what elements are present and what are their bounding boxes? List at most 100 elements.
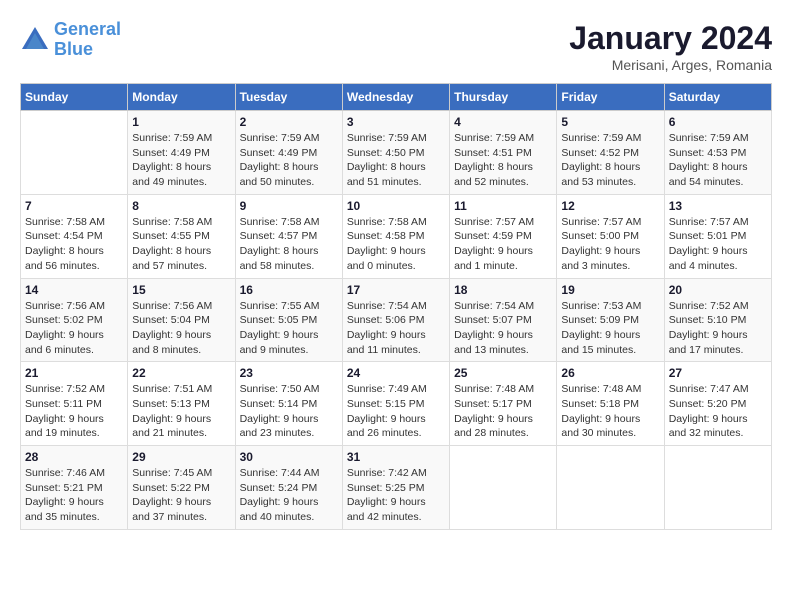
day-info: Sunrise: 7:53 AMSunset: 5:09 PMDaylight:… [561,299,659,358]
day-number: 20 [669,283,767,297]
weekday-header: Sunday [21,84,128,111]
day-info: Sunrise: 7:45 AMSunset: 5:22 PMDaylight:… [132,466,230,525]
calendar-cell: 30 Sunrise: 7:44 AMSunset: 5:24 PMDayligh… [235,446,342,530]
calendar-cell: 7 Sunrise: 7:58 AMSunset: 4:54 PMDaylight… [21,194,128,278]
day-info: Sunrise: 7:51 AMSunset: 5:13 PMDaylight:… [132,382,230,441]
day-info: Sunrise: 7:57 AMSunset: 4:59 PMDaylight:… [454,215,552,274]
day-number: 25 [454,366,552,380]
day-info: Sunrise: 7:58 AMSunset: 4:54 PMDaylight:… [25,215,123,274]
day-info: Sunrise: 7:59 AMSunset: 4:51 PMDaylight:… [454,131,552,190]
day-number: 15 [132,283,230,297]
calendar-cell: 17Sunrise: 7:54 AMSunset: 5:06 PMDayligh… [342,278,449,362]
day-number: 3 [347,115,445,129]
logo: General Blue [20,20,121,60]
calendar-cell [664,446,771,530]
day-number: 29 [132,450,230,464]
day-info: Sunrise: 7:59 AMSunset: 4:52 PMDaylight:… [561,131,659,190]
day-number: 11 [454,199,552,213]
weekday-header-row: SundayMondayTuesdayWednesdayThursdayFrid… [21,84,772,111]
day-info: Sunrise: 7:48 AMSunset: 5:18 PMDaylight:… [561,382,659,441]
day-info: Sunrise: 7:42 AMSunset: 5:25 PMDaylight:… [347,466,445,525]
calendar-cell: 23 Sunrise: 7:50 AMSunset: 5:14 PMDayligh… [235,362,342,446]
logo-line2: Blue [54,39,93,59]
day-number: 17 [347,283,445,297]
calendar-cell: 8 Sunrise: 7:58 AMSunset: 4:55 PMDaylight… [128,194,235,278]
day-info: Sunrise: 7:57 AMSunset: 5:01 PMDaylight:… [669,215,767,274]
day-number: 9 [240,199,338,213]
calendar-cell: 21 Sunrise: 7:52 AMSunset: 5:11 PMDayligh… [21,362,128,446]
calendar-cell: 1Sunrise: 7:59 AMSunset: 4:49 PMDaylight… [128,111,235,195]
calendar-cell: 12 Sunrise: 7:57 AMSunset: 5:00 PMDayligh… [557,194,664,278]
calendar-cell: 13 Sunrise: 7:57 AMSunset: 5:01 PMDayligh… [664,194,771,278]
day-number: 21 [25,366,123,380]
calendar-week-row: 21 Sunrise: 7:52 AMSunset: 5:11 PMDayligh… [21,362,772,446]
day-info: Sunrise: 7:55 AMSunset: 5:05 PMDaylight:… [240,299,338,358]
calendar-week-row: 1Sunrise: 7:59 AMSunset: 4:49 PMDaylight… [21,111,772,195]
calendar-cell: 29 Sunrise: 7:45 AMSunset: 5:22 PMDayligh… [128,446,235,530]
day-info: Sunrise: 7:48 AMSunset: 5:17 PMDaylight:… [454,382,552,441]
calendar-cell: 11 Sunrise: 7:57 AMSunset: 4:59 PMDayligh… [450,194,557,278]
calendar-cell: 9 Sunrise: 7:58 AMSunset: 4:57 PMDaylight… [235,194,342,278]
weekday-header: Friday [557,84,664,111]
day-info: Sunrise: 7:44 AMSunset: 5:24 PMDaylight:… [240,466,338,525]
day-number: 16 [240,283,338,297]
day-info: Sunrise: 7:57 AMSunset: 5:00 PMDaylight:… [561,215,659,274]
day-number: 5 [561,115,659,129]
calendar-cell: 22Sunrise: 7:51 AMSunset: 5:13 PMDayligh… [128,362,235,446]
day-number: 2 [240,115,338,129]
calendar-cell [21,111,128,195]
calendar-cell: 26 Sunrise: 7:48 AMSunset: 5:18 PMDayligh… [557,362,664,446]
page-header: General Blue January 2024 Merisani, Arge… [20,20,772,73]
day-number: 13 [669,199,767,213]
day-number: 18 [454,283,552,297]
calendar-cell: 20 Sunrise: 7:52 AMSunset: 5:10 PMDayligh… [664,278,771,362]
day-info: Sunrise: 7:52 AMSunset: 5:11 PMDaylight:… [25,382,123,441]
calendar-cell: 24Sunrise: 7:49 AMSunset: 5:15 PMDayligh… [342,362,449,446]
day-info: Sunrise: 7:47 AMSunset: 5:20 PMDaylight:… [669,382,767,441]
calendar-cell: 6Sunrise: 7:59 AMSunset: 4:53 PMDaylight… [664,111,771,195]
weekday-header: Tuesday [235,84,342,111]
calendar-cell: 3Sunrise: 7:59 AMSunset: 4:50 PMDaylight… [342,111,449,195]
day-info: Sunrise: 7:50 AMSunset: 5:14 PMDaylight:… [240,382,338,441]
calendar-cell: 19Sunrise: 7:53 AMSunset: 5:09 PMDayligh… [557,278,664,362]
day-number: 26 [561,366,659,380]
calendar-cell: 5 Sunrise: 7:59 AMSunset: 4:52 PMDaylight… [557,111,664,195]
calendar-cell: 28Sunrise: 7:46 AMSunset: 5:21 PMDayligh… [21,446,128,530]
day-number: 7 [25,199,123,213]
calendar-cell: 14 Sunrise: 7:56 AMSunset: 5:02 PMDayligh… [21,278,128,362]
calendar-cell: 25 Sunrise: 7:48 AMSunset: 5:17 PMDayligh… [450,362,557,446]
day-number: 30 [240,450,338,464]
weekday-header: Wednesday [342,84,449,111]
day-info: Sunrise: 7:58 AMSunset: 4:57 PMDaylight:… [240,215,338,274]
day-number: 27 [669,366,767,380]
calendar-cell [450,446,557,530]
day-info: Sunrise: 7:46 AMSunset: 5:21 PMDaylight:… [25,466,123,525]
day-info: Sunrise: 7:54 AMSunset: 5:07 PMDaylight:… [454,299,552,358]
calendar-cell: 2Sunrise: 7:59 AMSunset: 4:49 PMDaylight… [235,111,342,195]
calendar-cell: 15Sunrise: 7:56 AMSunset: 5:04 PMDayligh… [128,278,235,362]
day-number: 14 [25,283,123,297]
calendar-table: SundayMondayTuesdayWednesdayThursdayFrid… [20,83,772,530]
day-number: 23 [240,366,338,380]
calendar-cell [557,446,664,530]
day-number: 10 [347,199,445,213]
weekday-header: Thursday [450,84,557,111]
day-number: 8 [132,199,230,213]
day-info: Sunrise: 7:59 AMSunset: 4:49 PMDaylight:… [132,131,230,190]
calendar-cell: 27 Sunrise: 7:47 AMSunset: 5:20 PMDayligh… [664,362,771,446]
calendar-cell: 18 Sunrise: 7:54 AMSunset: 5:07 PMDayligh… [450,278,557,362]
day-number: 31 [347,450,445,464]
logo-icon [20,25,50,55]
calendar-week-row: 7 Sunrise: 7:58 AMSunset: 4:54 PMDaylight… [21,194,772,278]
weekday-header: Monday [128,84,235,111]
day-info: Sunrise: 7:58 AMSunset: 4:55 PMDaylight:… [132,215,230,274]
day-number: 12 [561,199,659,213]
day-number: 4 [454,115,552,129]
calendar-week-row: 14 Sunrise: 7:56 AMSunset: 5:02 PMDayligh… [21,278,772,362]
calendar-cell: 4 Sunrise: 7:59 AMSunset: 4:51 PMDaylight… [450,111,557,195]
day-info: Sunrise: 7:59 AMSunset: 4:53 PMDaylight:… [669,131,767,190]
title-block: January 2024 Merisani, Arges, Romania [569,20,772,73]
day-info: Sunrise: 7:52 AMSunset: 5:10 PMDaylight:… [669,299,767,358]
day-info: Sunrise: 7:56 AMSunset: 5:02 PMDaylight:… [25,299,123,358]
logo-text: General Blue [54,20,121,60]
